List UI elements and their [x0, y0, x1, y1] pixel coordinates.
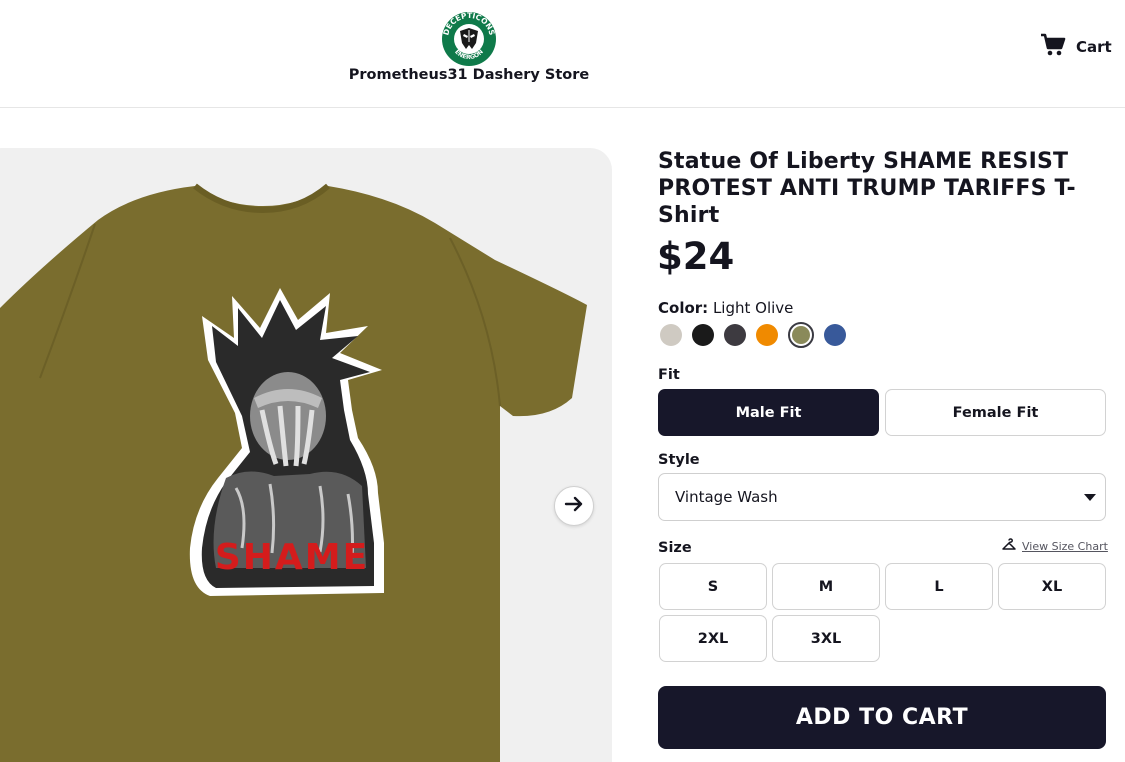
- size-label: Size: [658, 540, 692, 556]
- size-button-3xl[interactable]: 3XL: [772, 615, 880, 662]
- color-swatches: [660, 322, 846, 348]
- color-swatch-charcoal[interactable]: [724, 324, 746, 346]
- size-button-2xl[interactable]: 2XL: [659, 615, 767, 662]
- store-logo[interactable]: DECEPTICONS ENERGON: [439, 9, 499, 69]
- color-swatch-black[interactable]: [692, 324, 714, 346]
- hanger-icon: [1002, 538, 1016, 555]
- fit-label: Fit: [658, 367, 680, 383]
- cart-label: Cart: [1076, 38, 1112, 56]
- color-swatch-blue[interactable]: [824, 324, 846, 346]
- color-value: Light Olive: [712, 299, 794, 317]
- size-button-s[interactable]: S: [659, 563, 767, 610]
- cart-icon: [1040, 32, 1066, 62]
- next-image-button[interactable]: [554, 486, 594, 526]
- arrow-right-icon: [563, 493, 585, 519]
- product-image-panel: SHAME: [0, 148, 612, 762]
- product-title: Statue Of Liberty SHAME RESIST PROTEST A…: [658, 149, 1076, 228]
- cart-button[interactable]: Cart: [1040, 33, 1112, 61]
- color-swatch-light-gray[interactable]: [660, 324, 682, 346]
- tshirt-image: SHAME: [0, 183, 587, 762]
- color-swatch-orange[interactable]: [756, 324, 778, 346]
- shame-graphic-text: SHAME: [215, 537, 369, 578]
- view-size-chart-link[interactable]: View Size Chart: [1002, 538, 1108, 555]
- caret-down-icon: [1084, 494, 1096, 501]
- style-label: Style: [658, 452, 700, 468]
- add-to-cart-button[interactable]: ADD TO CART: [658, 686, 1106, 749]
- size-button-m[interactable]: M: [772, 563, 880, 610]
- female-fit-button[interactable]: Female Fit: [885, 389, 1106, 436]
- color-swatch-light-olive[interactable]: [788, 322, 814, 348]
- size-button-l[interactable]: L: [885, 563, 993, 610]
- style-select[interactable]: Vintage Wash: [658, 473, 1106, 521]
- color-label: Color:: [658, 299, 709, 317]
- style-select-value: Vintage Wash: [675, 488, 778, 506]
- product-price: $24: [657, 235, 735, 278]
- size-chart-label: View Size Chart: [1022, 540, 1108, 553]
- size-button-xl[interactable]: XL: [998, 563, 1106, 610]
- male-fit-button[interactable]: Male Fit: [658, 389, 879, 436]
- store-name[interactable]: Prometheus31 Dashery Store: [300, 67, 638, 83]
- site-header: DECEPTICONS ENERGON Prometheus31 Dashery…: [0, 0, 1125, 108]
- color-selection-label: Color: Light Olive: [658, 299, 793, 317]
